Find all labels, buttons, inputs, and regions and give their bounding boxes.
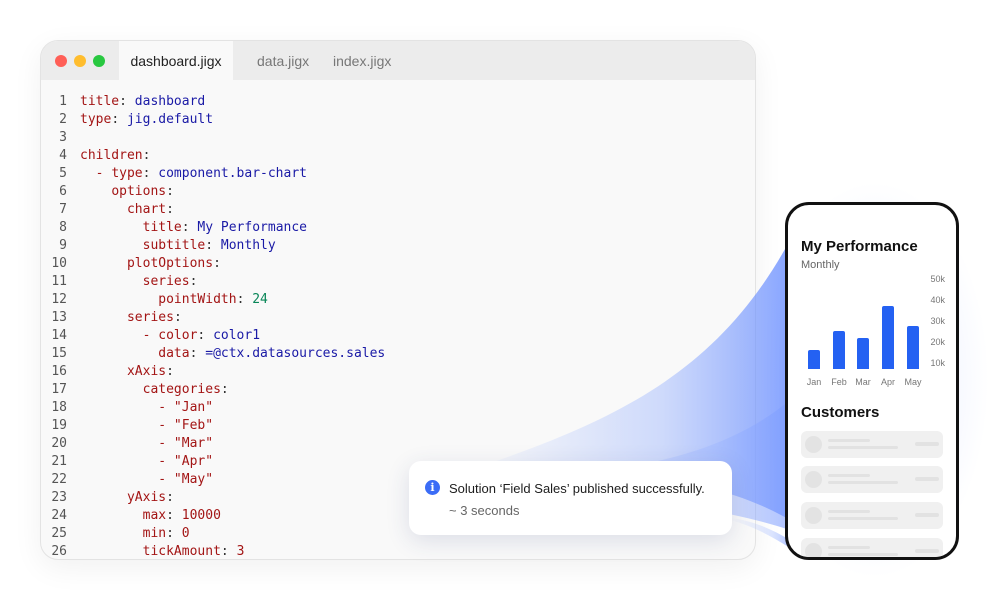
text-placeholder xyxy=(828,510,870,513)
text-placeholder xyxy=(828,481,898,484)
y-tick-label: 50k xyxy=(930,274,945,284)
y-tick-label: 40k xyxy=(930,295,945,305)
customer-card[interactable] xyxy=(801,466,943,493)
avatar-placeholder xyxy=(805,471,822,488)
chart-subtitle: Monthly xyxy=(801,259,840,271)
avatar-placeholder xyxy=(805,436,822,453)
value-placeholder xyxy=(915,549,939,553)
y-tick-label: 30k xyxy=(930,316,945,326)
customer-card[interactable] xyxy=(801,431,943,458)
toast-message: Solution ‘Field Sales’ published success… xyxy=(449,481,705,496)
bar-may[interactable] xyxy=(907,325,919,369)
x-tick-label: May xyxy=(904,377,922,387)
avatar-placeholder xyxy=(805,507,822,524)
customers-heading: Customers xyxy=(801,404,880,421)
bar-mar[interactable] xyxy=(857,338,869,369)
text-placeholder xyxy=(828,474,870,477)
bar-apr[interactable] xyxy=(882,306,894,369)
publish-toast: i Solution ‘Field Sales’ published succe… xyxy=(409,461,732,535)
phone-preview: My Performance Monthly 50k 40k 30k 20k 10k Ja… xyxy=(785,202,959,560)
text-placeholder xyxy=(828,517,898,520)
bar-feb[interactable] xyxy=(833,331,845,369)
value-placeholder xyxy=(915,442,939,446)
value-placeholder xyxy=(915,513,939,517)
y-tick-label: 10k xyxy=(930,358,945,368)
toast-duration: ~ 3 seconds xyxy=(449,503,520,518)
y-tick-label: 20k xyxy=(930,337,945,347)
text-placeholder xyxy=(828,439,870,442)
text-placeholder xyxy=(828,546,870,549)
text-placeholder xyxy=(828,553,898,556)
info-icon: i xyxy=(425,480,440,495)
customer-card[interactable] xyxy=(801,538,943,557)
bar-jan[interactable] xyxy=(808,350,820,369)
text-placeholder xyxy=(828,446,898,449)
customer-card[interactable] xyxy=(801,502,943,529)
chart-title: My Performance xyxy=(801,238,918,255)
value-placeholder xyxy=(915,477,939,481)
avatar-placeholder xyxy=(805,543,822,557)
